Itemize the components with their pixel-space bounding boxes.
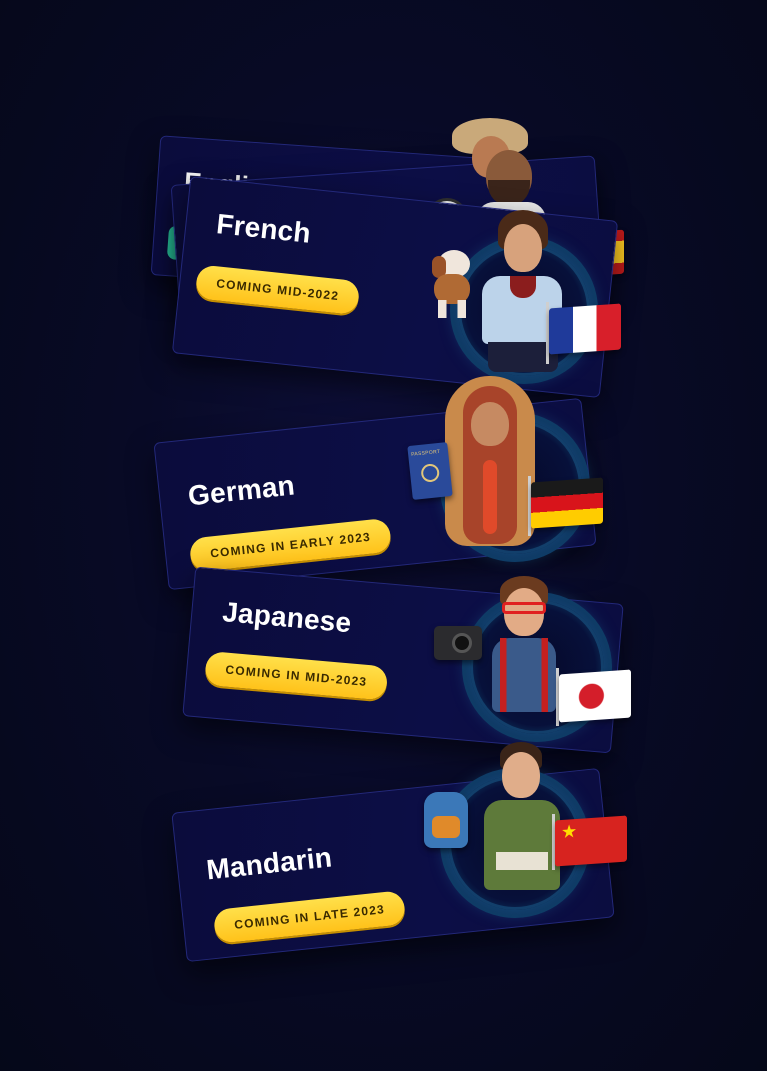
card-language-title: Mandarin [204,841,334,886]
japanese-character [476,576,566,736]
mandarin-robe [484,800,560,890]
french-flag [549,303,621,355]
passport-icon: PASSPORT [407,442,453,500]
french-scarf [510,276,536,298]
french-head [504,224,542,272]
passport-label: PASSPORT [410,448,441,458]
camera-lens [452,633,472,653]
backpack-icon [424,792,468,848]
coming-soon-badge: COMING IN MID-2023 [204,650,389,701]
coming-soon-badge: COMING IN EARLY 2023 [188,517,393,573]
star-icon: ★ [561,820,578,844]
mandarin-sash [496,852,548,870]
coming-soon-badge: COMING MID-2022 [194,264,361,316]
japanese-flag [559,669,631,723]
dog-legs [438,300,466,318]
hotdog-face [471,402,509,446]
globe-icon [420,463,441,483]
mandarin-head [502,752,540,798]
backpack-pocket [432,816,460,838]
coming-soon-badge: COMING IN LATE 2023 [212,890,407,944]
hotdog-mustard [483,460,497,534]
camera-icon [434,626,482,660]
card-language-title: Japanese [221,596,353,639]
red-suspenders [500,638,548,712]
hotdog-character [445,376,535,546]
german-flag [531,477,603,529]
red-glasses [502,602,546,614]
stage: Englis French COMING MID-2022 German [0,0,767,1071]
card-language-title: German [186,469,297,512]
dog-icon [428,250,478,320]
chinese-flag: ★ [555,815,627,867]
card-language-title: French [215,208,313,249]
